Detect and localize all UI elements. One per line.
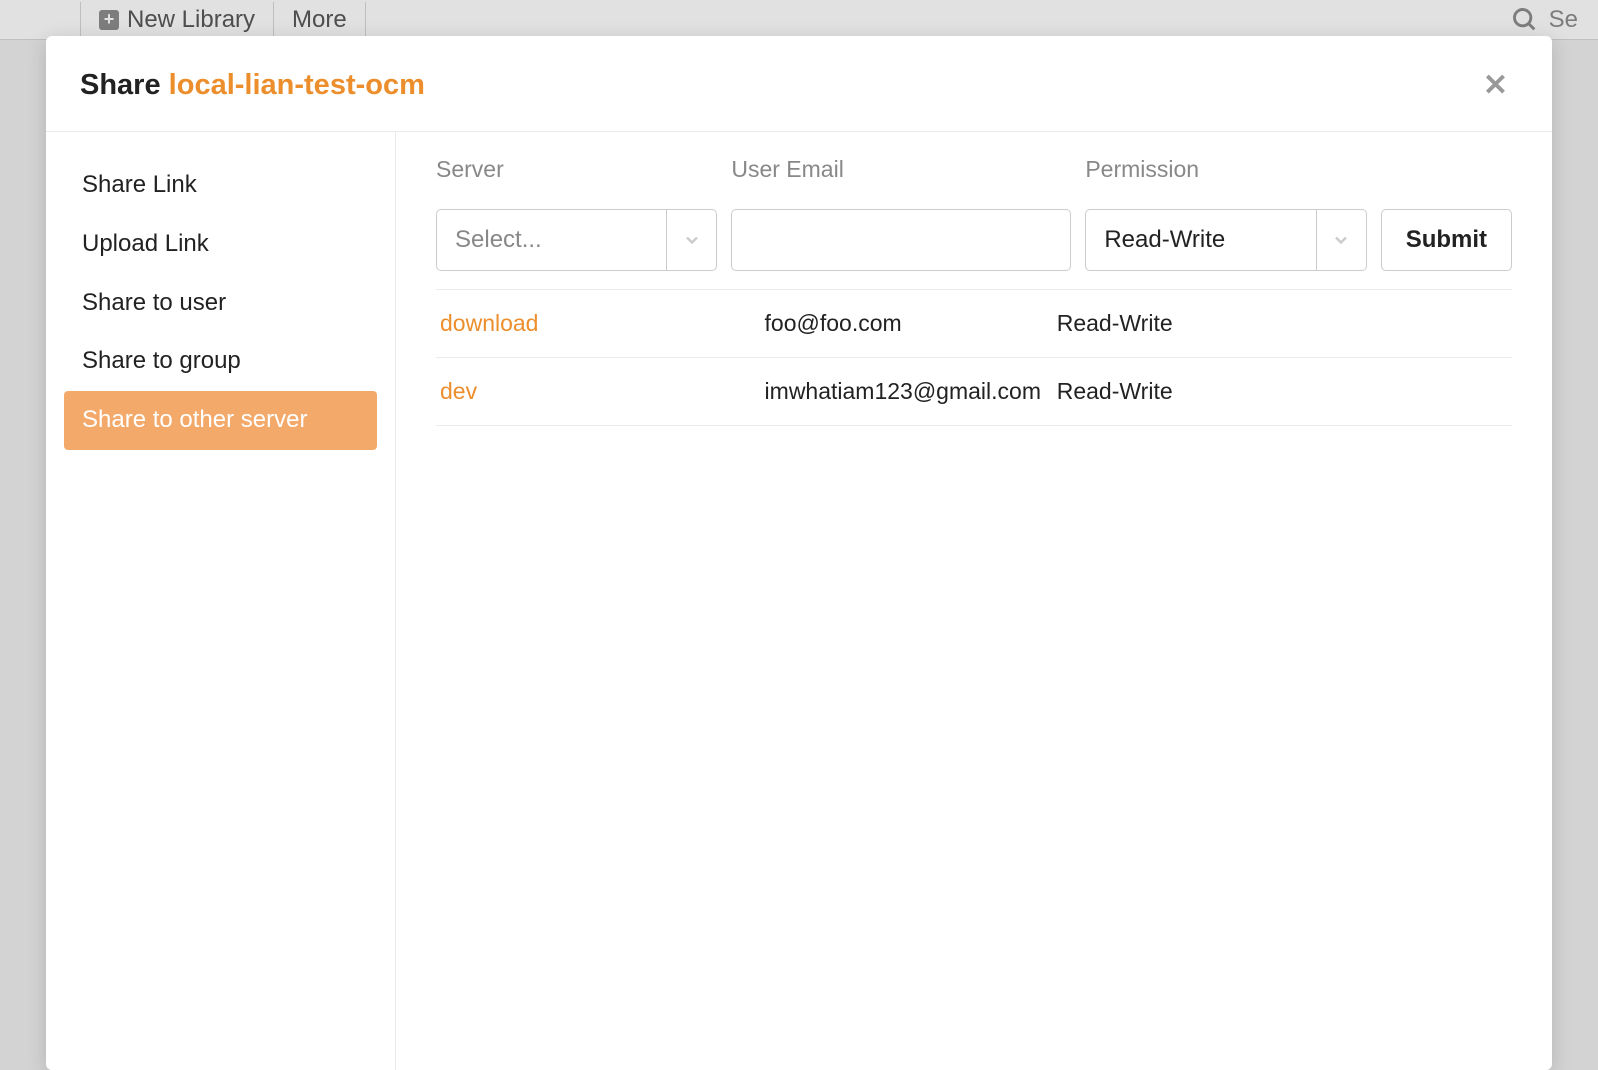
cell-permission: Read-Write xyxy=(1057,378,1372,405)
cell-email: foo@foo.com xyxy=(765,310,1057,337)
sidebar-item-share-to-other-server[interactable]: Share to other server xyxy=(64,391,377,450)
sidebar-item-label: Upload Link xyxy=(82,230,209,257)
sidebar-item-upload-link[interactable]: Upload Link xyxy=(64,215,377,274)
sidebar-item-label: Share to group xyxy=(82,347,241,374)
email-label: User Email xyxy=(731,156,1071,183)
form-col-server: Server Select... xyxy=(436,156,717,271)
sidebar-item-label: Share Link xyxy=(82,171,197,198)
server-select[interactable]: Select... xyxy=(436,209,717,271)
share-modal: Share local-lian-test-ocm ✕ Share Link U… xyxy=(46,36,1552,1070)
cell-server[interactable]: dev xyxy=(436,378,765,405)
sidebar-item-share-to-group[interactable]: Share to group xyxy=(64,332,377,391)
permission-select-value: Read-Write xyxy=(1086,226,1315,254)
share-sidebar: Share Link Upload Link Share to user Sha… xyxy=(46,132,396,1070)
modal-title-prefix: Share xyxy=(80,69,169,101)
form-col-permission: Permission Read-Write xyxy=(1085,156,1366,271)
form-col-submit: Submit xyxy=(1381,156,1512,271)
email-input[interactable] xyxy=(731,209,1071,271)
server-label: Server xyxy=(436,156,717,183)
sidebar-item-share-link[interactable]: Share Link xyxy=(64,156,377,215)
share-table: download foo@foo.com Read-Write dev imwh… xyxy=(436,290,1512,426)
modal-header: Share local-lian-test-ocm ✕ xyxy=(46,36,1552,132)
modal-body: Share Link Upload Link Share to user Sha… xyxy=(46,132,1552,1070)
permission-select-arrow xyxy=(1316,210,1366,270)
submit-button[interactable]: Submit xyxy=(1381,209,1512,271)
sidebar-item-share-to-user[interactable]: Share to user xyxy=(64,274,377,333)
chevron-down-icon xyxy=(1331,230,1351,250)
sidebar-item-label: Share to user xyxy=(82,289,226,316)
share-content: Server Select... User Email xyxy=(396,132,1552,1070)
server-select-arrow xyxy=(666,210,716,270)
permission-select[interactable]: Read-Write xyxy=(1085,209,1366,271)
permission-label: Permission xyxy=(1085,156,1366,183)
server-select-value: Select... xyxy=(437,226,666,254)
close-icon[interactable]: ✕ xyxy=(1473,64,1518,107)
form-col-email: User Email xyxy=(731,156,1071,271)
cell-server[interactable]: download xyxy=(436,310,765,337)
table-row: download foo@foo.com Read-Write xyxy=(436,290,1512,358)
submit-label: Submit xyxy=(1406,226,1487,253)
table-row: dev imwhatiam123@gmail.com Read-Write xyxy=(436,358,1512,426)
chevron-down-icon xyxy=(682,230,702,250)
modal-title-name: local-lian-test-ocm xyxy=(169,69,425,101)
modal-title: Share local-lian-test-ocm xyxy=(80,69,425,102)
cell-email: imwhatiam123@gmail.com xyxy=(765,378,1057,405)
cell-permission: Read-Write xyxy=(1057,310,1372,337)
share-form-row: Server Select... User Email xyxy=(436,156,1512,290)
sidebar-item-label: Share to other server xyxy=(82,406,307,433)
